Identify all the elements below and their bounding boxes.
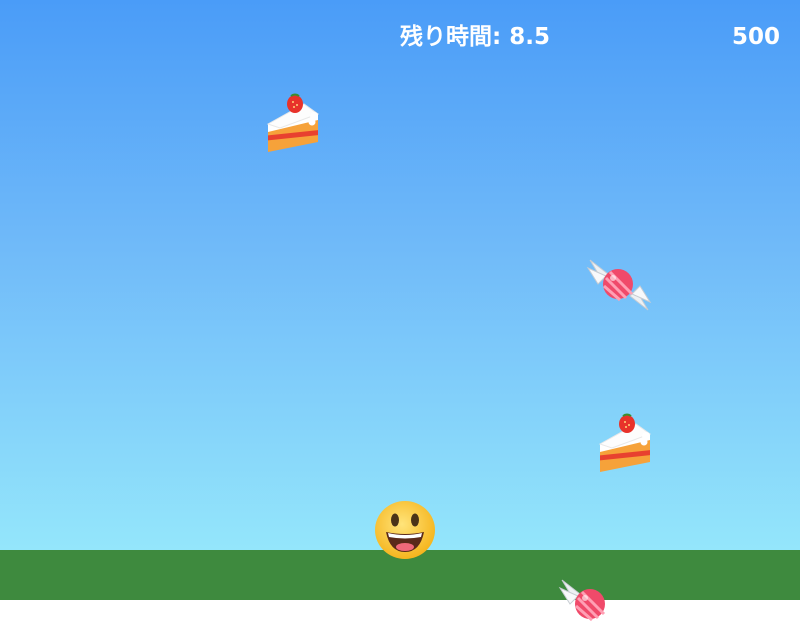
score-display: 500 bbox=[731, 24, 780, 50]
shortcake-icon[interactable] bbox=[594, 412, 654, 476]
candy-icon[interactable] bbox=[558, 574, 624, 636]
candy-icon[interactable] bbox=[586, 254, 652, 316]
time-remaining-label: 残り時間: 8.5 bbox=[400, 24, 550, 50]
sky-background bbox=[0, 0, 800, 550]
smiling-face-icon[interactable] bbox=[374, 500, 436, 560]
shortcake-icon[interactable] bbox=[262, 92, 322, 156]
